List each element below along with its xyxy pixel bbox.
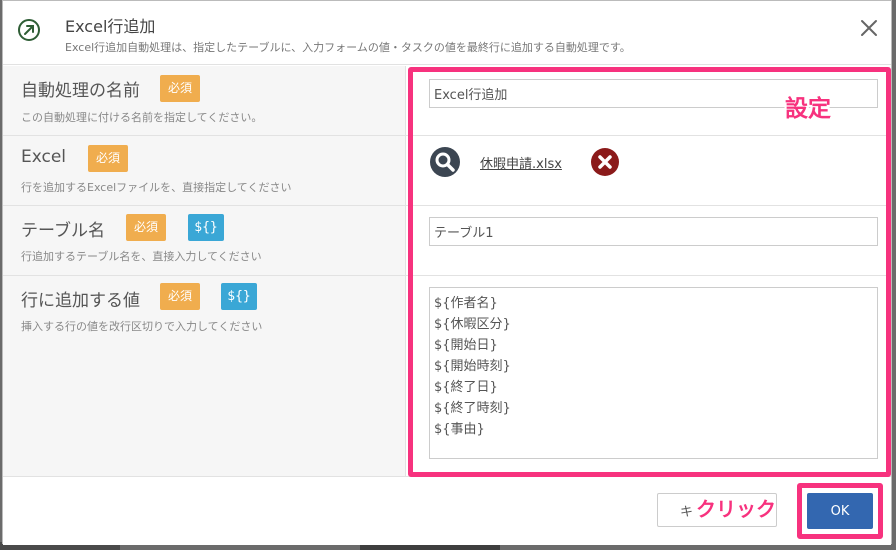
required-badge: 必須 [160, 283, 201, 310]
arrow-up-right-icon [18, 19, 40, 41]
required-badge: 必須 [160, 75, 201, 102]
dialog: Excel行追加 Excel行追加自動処理は、指定したテーブルに、入力フォームの… [2, 0, 892, 545]
variable-badge: ${} [221, 283, 257, 310]
field-label: 行に追加する値 [21, 291, 140, 311]
close-icon[interactable] [858, 17, 880, 39]
required-badge: 必須 [126, 214, 167, 241]
dialog-header: Excel行追加 Excel行追加自動処理は、指定したテーブルに、入力フォームの… [3, 1, 891, 65]
click-annotation: クリック [696, 497, 776, 521]
dialog-title: Excel行追加 [65, 17, 156, 36]
excel-file-link[interactable]: 休暇申請.xlsx [480, 153, 562, 172]
dialog-footer: キ クリック OK [3, 477, 891, 545]
variable-badge: ${} [188, 214, 224, 241]
field-label: 自動処理の名前 [21, 81, 140, 101]
remove-file-icon[interactable] [590, 147, 620, 177]
ok-button[interactable]: OK [807, 493, 873, 529]
form-row-values: 行に追加する値 必須 ${} 挿入する行の値を改行区切りで入力してください ${… [3, 276, 891, 477]
settings-annotation: 設定 [785, 96, 831, 122]
form-label-column: Excel 必須 行を追加するExcelファイルを、直接指定してください [3, 136, 406, 205]
table-name-input[interactable] [429, 217, 878, 246]
field-label: テーブル名 [21, 221, 105, 241]
search-icon[interactable] [429, 146, 461, 178]
form-row-table: テーブル名 必須 ${} 行追加するテーブル名を、直接入力してください [3, 206, 891, 276]
form-label-column: 自動処理の名前 必須 この自動処理に付ける名前を指定してください。 [3, 66, 406, 135]
field-label: Excel [21, 147, 67, 167]
form-row-excel: Excel 必須 行を追加するExcelファイルを、直接指定してください 休暇申… [3, 136, 891, 206]
field-description: この自動処理に付ける名前を指定してください。 [21, 111, 263, 124]
required-badge: 必須 [88, 145, 129, 172]
field-description: 行を追加するExcelファイルを、直接指定してください [21, 181, 292, 194]
row-values-textarea[interactable]: ${作者名} ${休暇区分} ${開始日} ${開始時刻} ${終了日} ${終… [429, 287, 878, 459]
form-label-column: 行に追加する値 必須 ${} 挿入する行の値を改行区切りで入力してください [3, 276, 406, 476]
field-description: 行追加するテーブル名を、直接入力してください [21, 250, 262, 263]
form-label-column: テーブル名 必須 ${} 行追加するテーブル名を、直接入力してください [3, 206, 406, 275]
dialog-subtitle: Excel行追加自動処理は、指定したテーブルに、入力フォームの値・タスクの値を最… [65, 41, 631, 54]
form-row-name: 自動処理の名前 必須 この自動処理に付ける名前を指定してください。 [3, 66, 891, 136]
field-description: 挿入する行の値を改行区切りで入力してください [21, 320, 263, 333]
